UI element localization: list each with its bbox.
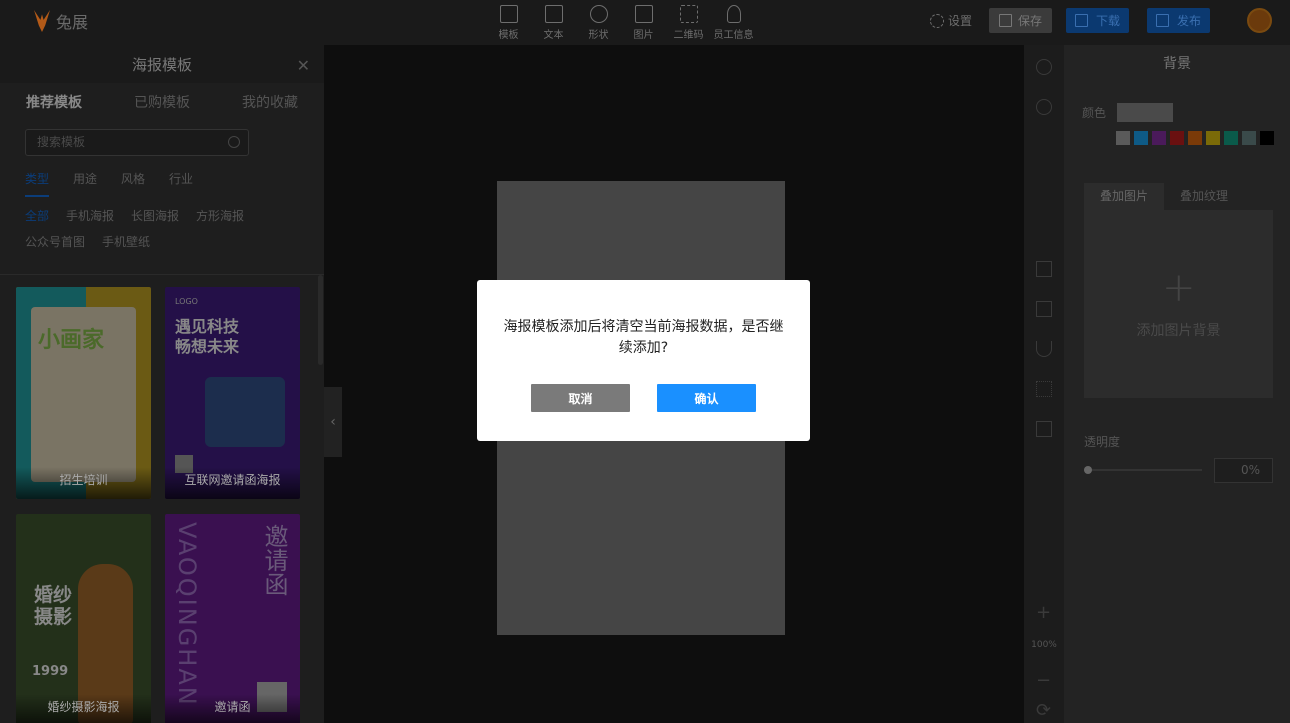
dialog-message: 海报模板添加后将清空当前海报数据，是否继续添加? — [503, 319, 784, 356]
confirm-button[interactable]: 确认 — [657, 384, 756, 412]
editor-app: 兔展 模板 文本 形状 图片 二维码 员工信息 设置 保存 下载 发布 海报模板… — [0, 0, 1290, 723]
cancel-button[interactable]: 取消 — [531, 384, 630, 412]
confirm-dialog: 海报模板添加后将清空当前海报数据，是否继续添加? 取消 确认 — [477, 280, 810, 441]
modal-overlay: 海报模板添加后将清空当前海报数据，是否继续添加? 取消 确认 — [0, 0, 1290, 723]
